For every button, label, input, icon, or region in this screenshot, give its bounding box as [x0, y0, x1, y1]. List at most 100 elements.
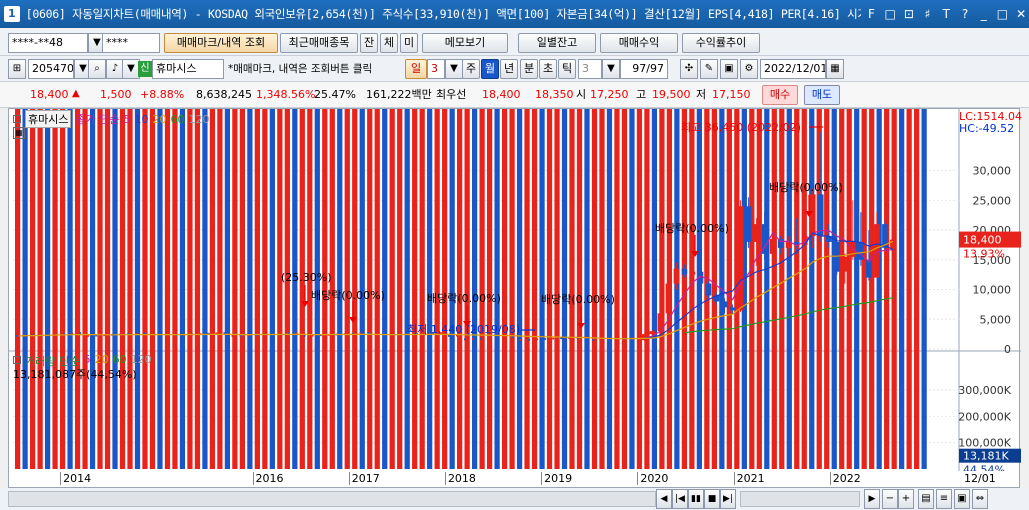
volume-bar [846, 0, 852, 469]
table-icon[interactable]: ▤ [918, 489, 934, 509]
scroll-track[interactable] [8, 491, 656, 507]
volume-bar [696, 0, 702, 469]
volume-bar [179, 0, 186, 469]
grid-toggle-icon[interactable]: ▦ [13, 127, 25, 139]
pin-icon[interactable]: T [938, 6, 954, 22]
save-icon[interactable]: ▣ [720, 59, 738, 79]
crosshair-icon[interactable]: ✣ [680, 59, 698, 79]
price-candle [544, 338, 547, 340]
sell-button[interactable]: 매도 [804, 85, 840, 105]
trade-profit-button[interactable]: 매매수익 [600, 33, 678, 53]
scroll-left-icon[interactable]: ◀ [656, 489, 672, 509]
ask-price: 18,400 [482, 88, 521, 101]
stop-icon[interactable]: ■ [704, 489, 720, 509]
volume-bar [854, 0, 860, 469]
x-axis-label: 2018 [444, 472, 476, 485]
first-page-icon[interactable]: |◀ [672, 489, 688, 509]
layout-icon[interactable]: ⊞ [8, 59, 26, 79]
stock-name-field[interactable]: 휴마시스 [152, 59, 224, 79]
volume-bar [681, 0, 688, 469]
tab-year[interactable]: 년 [500, 59, 518, 79]
restore-icon[interactable]: □ [882, 6, 898, 22]
daily-balance-button[interactable]: 일별잔고 [518, 33, 596, 53]
settings-icon[interactable]: ⚙ [740, 59, 758, 79]
legend-box-icon [13, 356, 21, 364]
tools-icon[interactable]: ✎ [700, 59, 718, 79]
close-icon[interactable]: ✕ [1013, 6, 1029, 22]
stock-toolbar: ⊞ 205470 ▼ ⌕ ♪ ▼ 신 휴마시스 *매매마크, 내역은 조회버튼 … [0, 56, 1029, 82]
legend-ma60: 60 [170, 112, 185, 126]
annotation-dividend-4: 배당락(0.00%) [655, 222, 729, 235]
up-arrow-icon: ▲ [72, 88, 80, 99]
zoom-in-icon[interactable]: + [898, 489, 914, 509]
volume-bar [509, 0, 515, 469]
help-icon[interactable]: ? [957, 6, 973, 22]
minimize-icon[interactable]: _ [976, 6, 992, 22]
tab-week[interactable]: 주 [462, 59, 480, 79]
legend-stock-name[interactable]: 휴마시스 [25, 110, 72, 128]
chevron-down-icon[interactable]: ▼ [602, 59, 620, 79]
calendar-icon[interactable]: ▦ [826, 59, 844, 79]
password-input[interactable]: **** [102, 33, 160, 53]
font-icon[interactable]: F [864, 6, 880, 22]
price-candle [375, 335, 378, 337]
price-candle [689, 271, 696, 275]
zoom-out-icon[interactable]: − [882, 489, 898, 509]
memo-button[interactable]: 메모보기 [422, 33, 508, 53]
price-candle [303, 335, 306, 337]
return-trend-button[interactable]: 수익률추이 [682, 33, 760, 53]
period-value-input[interactable]: 3 [427, 59, 445, 79]
volume-bar [576, 0, 583, 469]
x-axis-label: 2019 [541, 472, 572, 485]
price-candle [367, 332, 370, 334]
price-candle [463, 338, 466, 341]
price-candle [223, 332, 226, 334]
zoom-slider[interactable] [740, 491, 860, 507]
date-input[interactable]: 2022/12/01 [760, 59, 826, 79]
volume-bar [187, 0, 193, 469]
volume-bar [621, 0, 628, 469]
volume-bar [554, 0, 560, 469]
volume-bar [494, 0, 500, 469]
chart-area[interactable]: 30,000 25,000 20,000 15,000 10,000 5,000 0 300,… [8, 0, 1022, 488]
volume-bar [899, 0, 905, 469]
tab-tick[interactable]: 틱 [558, 59, 576, 79]
volume-bar [239, 0, 245, 469]
link-icon[interactable]: ♯ [920, 6, 936, 22]
tab-minute[interactable]: 분 [520, 59, 538, 79]
tab-month[interactable]: 월 [481, 59, 499, 79]
list-icon[interactable]: ≡ [936, 489, 952, 509]
volume-bar [112, 0, 118, 469]
price-tick-label: 25,000 [973, 194, 1012, 207]
maximize-icon[interactable]: □ [995, 6, 1011, 22]
price-candle [874, 224, 880, 278]
unfilled-button[interactable]: 미 [400, 33, 418, 53]
trade-mark-query-button[interactable]: 매매마크/내역 조회 [164, 33, 278, 53]
volume-bar [501, 0, 508, 469]
volume-summary: 13,181,087주(44,54%) [13, 368, 137, 381]
executed-button[interactable]: 체 [380, 33, 398, 53]
scroll-bar[interactable]: ◀ |◀ ▮▮ ■ ▶| ▶ − + ▤ ≡ ▣ ⇔ [0, 488, 1029, 510]
stock-code-input[interactable]: 205470 [28, 59, 74, 79]
recent-trades-button[interactable]: 최근매매종목 [280, 33, 358, 53]
last-page-icon[interactable]: ▶| [720, 489, 736, 509]
scroll-right-icon[interactable]: ▶ [864, 489, 880, 509]
tick-value-input[interactable]: 3 [578, 59, 602, 79]
page-count-field[interactable]: 97/97 [620, 59, 668, 79]
chevron-down-icon[interactable]: ▼ [445, 59, 463, 79]
volume-bar [629, 0, 635, 469]
window-icon[interactable]: ▣ [954, 489, 970, 509]
buy-button[interactable]: 매수 [762, 85, 798, 105]
tile-icon[interactable]: ⊡ [901, 6, 917, 22]
chart-svg[interactable]: 30,00025,00020,00015,00010,0005,0000300,… [9, 0, 1021, 477]
account-input[interactable]: ****-**48 [8, 33, 88, 53]
expand-icon[interactable]: ⇔ [972, 489, 988, 509]
price-tick-label: 30,000 [973, 165, 1012, 178]
balance-button[interactable]: 잔 [360, 33, 378, 53]
period-day-button[interactable]: 일 [405, 59, 427, 79]
search-icon[interactable]: ⌕ [88, 59, 106, 79]
price-candle [737, 206, 744, 311]
volume-bar [142, 0, 148, 469]
tab-second[interactable]: 초 [539, 59, 557, 79]
pause-icon[interactable]: ▮▮ [688, 489, 704, 509]
